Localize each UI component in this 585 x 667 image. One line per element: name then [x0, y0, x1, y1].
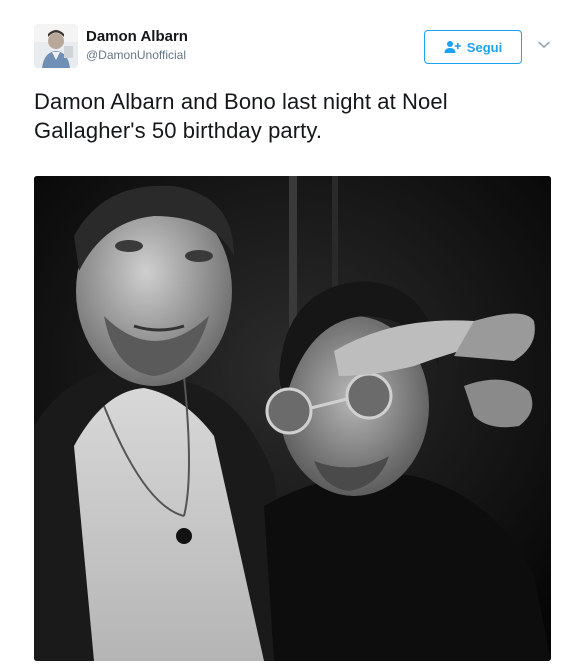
- tweet-text: Damon Albarn and Bono last night at Noel…: [34, 89, 448, 143]
- follow-button[interactable]: Segui: [424, 30, 522, 64]
- tweet-card: Damon Albarn @DamonUnofficial Segui Damo…: [0, 0, 585, 667]
- add-user-icon: [444, 40, 461, 54]
- chevron-down-icon: [538, 36, 550, 54]
- tweet-photo[interactable]: [34, 176, 551, 661]
- avatar[interactable]: [34, 24, 78, 68]
- avatar-image: [34, 24, 78, 68]
- author-name[interactable]: Damon Albarn: [86, 28, 188, 46]
- follow-button-label: Segui: [466, 39, 503, 55]
- photo-image: [34, 176, 551, 661]
- more-menu-button[interactable]: [535, 38, 553, 52]
- author-handle[interactable]: @DamonUnofficial: [86, 48, 186, 62]
